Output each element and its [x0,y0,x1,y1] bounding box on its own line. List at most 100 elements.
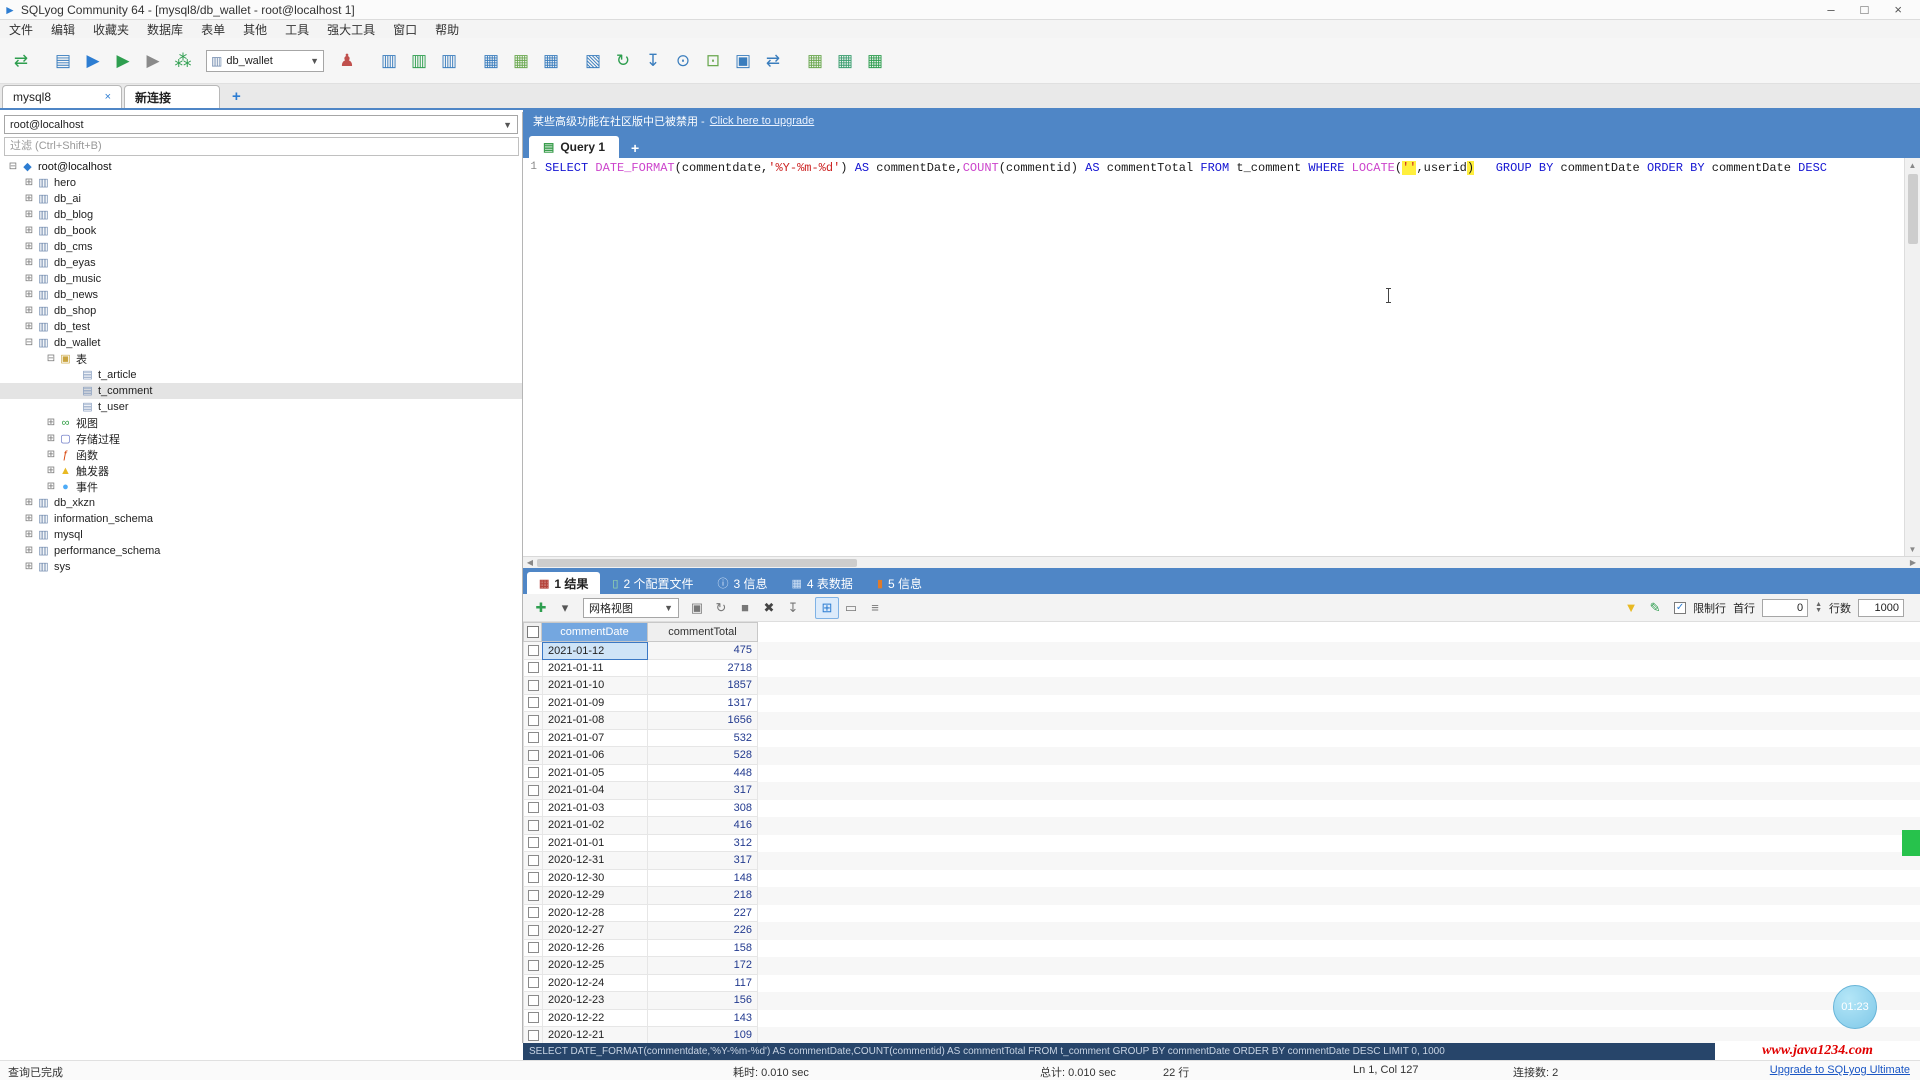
comment-total-cell[interactable]: 448 [648,765,758,783]
table-row[interactable]: 2020-12-22 143 [523,1010,1920,1028]
scroll-left-icon[interactable]: ◀ [523,558,537,567]
tree-item[interactable]: ⊞ ƒ 函数 [0,447,522,463]
expand-toggle-icon[interactable]: ⊟ [6,161,20,172]
table-row[interactable]: 2021-01-01 312 [523,835,1920,853]
expand-toggle-icon[interactable]: ⊞ [22,273,36,284]
tree-item[interactable]: ⊞ ▥ db_shop [0,303,522,319]
row-checkbox[interactable] [523,695,542,713]
comment-date-cell[interactable]: 2021-01-09 [542,695,648,713]
comment-total-cell[interactable]: 1317 [648,695,758,713]
comment-total-cell[interactable]: 1656 [648,712,758,730]
tree-item[interactable]: ⊞ ▥ information_schema [0,511,522,527]
database-selector[interactable]: ▥ db_wallet ▼ [206,50,324,72]
expand-toggle-icon[interactable]: ⊞ [22,193,36,204]
comment-date-cell[interactable]: 2020-12-21 [542,1027,648,1043]
grid-view-icon[interactable]: ⊞ [815,597,839,619]
export-data-icon[interactable]: ↧ [638,46,668,76]
comment-total-cell[interactable]: 308 [648,800,758,818]
row-checkbox[interactable] [523,940,542,958]
expand-toggle-icon[interactable]: ⊞ [44,417,58,428]
menu-item[interactable]: 数据库 [138,20,192,38]
tree-item[interactable]: ⊞ ▥ db_news [0,287,522,303]
select-all-checkbox[interactable] [523,622,542,642]
edit-filter-icon[interactable]: ✎ [1643,597,1667,619]
tree-item[interactable]: ⊞ ▥ db_blog [0,207,522,223]
connection-selector[interactable]: root@localhost ▼ [4,115,518,134]
scroll-down-icon[interactable]: ▼ [1905,542,1920,556]
results-tab[interactable]: ▦ 4 表数据 [780,572,865,594]
results-tab[interactable]: ⓘ 3 信息 [706,572,780,594]
expand-toggle-icon[interactable]: ⊞ [22,545,36,556]
comment-total-cell[interactable]: 172 [648,957,758,975]
export-options-icon[interactable]: ▾ [553,597,577,619]
tree-item[interactable]: ▤ t_comment [0,383,522,399]
refresh-icon[interactable]: ↻ [608,46,638,76]
text-view-icon[interactable]: ≡ [863,597,887,619]
comment-total-cell[interactable]: 528 [648,747,758,765]
connection-tab[interactable]: 新连接 [124,85,220,108]
tree-item[interactable]: ⊟ ◆ root@localhost [0,159,522,175]
expand-toggle-icon[interactable]: ⊞ [22,305,36,316]
copy-row-icon[interactable]: ▣ [685,597,709,619]
table-row[interactable]: 2021-01-05 448 [523,765,1920,783]
expand-toggle-icon[interactable]: ⊞ [22,289,36,300]
comment-date-cell[interactable]: 2020-12-30 [542,870,648,888]
query-tab[interactable]: ▤ Query 1 [529,136,619,158]
comment-total-cell[interactable]: 1857 [648,677,758,695]
menu-item[interactable]: 表单 [192,20,234,38]
expand-toggle-icon[interactable]: ⊞ [22,497,36,508]
menu-item[interactable]: 其他 [234,20,276,38]
comment-date-cell[interactable]: 2020-12-27 [542,922,648,940]
tree-item[interactable]: ⊞ ▲ 触发器 [0,463,522,479]
table-row[interactable]: 2021-01-10 1857 [523,677,1920,695]
table-row[interactable]: 2021-01-09 1317 [523,695,1920,713]
table-row[interactable]: 2021-01-06 528 [523,747,1920,765]
tree-item[interactable]: ⊞ ● 事件 [0,479,522,495]
scroll-up-icon[interactable]: ▲ [1905,158,1920,172]
menu-item[interactable]: 编辑 [42,20,84,38]
table-row[interactable]: 2020-12-31 317 [523,852,1920,870]
tree-item[interactable]: ⊞ ▥ db_ai [0,191,522,207]
comment-total-cell[interactable]: 317 [648,782,758,800]
alter-table-icon[interactable]: ▦ [506,46,536,76]
table-row[interactable]: 2021-01-04 317 [523,782,1920,800]
user-manager-icon[interactable]: ♟ [332,46,362,76]
expand-toggle-icon[interactable]: ⊟ [44,353,58,364]
table-row[interactable]: 2021-01-11 2718 [523,660,1920,678]
new-connection-button[interactable]: + [222,88,251,108]
tree-item[interactable]: ⊟ ▣ 表 [0,351,522,367]
row-checkbox[interactable] [523,782,542,800]
format-sql-icon[interactable]: ⁂ [168,46,198,76]
expand-toggle-icon[interactable]: ⊞ [22,177,36,188]
sql-editor[interactable]: 1 SELECT DATE_FORMAT(commentdate,'%Y-%m-… [523,158,1904,556]
view-mode-selector[interactable]: 网格视图 ▼ [583,598,679,618]
add-row-icon[interactable]: ✚ [529,597,553,619]
close-button[interactable]: × [1894,2,1902,17]
comment-date-cell[interactable]: 2020-12-28 [542,905,648,923]
menu-item[interactable]: 窗口 [384,20,426,38]
comment-date-cell[interactable]: 2021-01-11 [542,660,648,678]
table-row[interactable]: 2020-12-21 109 [523,1027,1920,1043]
upgrade-banner-link[interactable]: Click here to upgrade [710,115,815,127]
scroll-right-icon[interactable]: ▶ [1906,558,1920,567]
table-row[interactable]: 2020-12-23 156 [523,992,1920,1010]
table-row[interactable]: 2020-12-29 218 [523,887,1920,905]
tree-item[interactable]: ⊞ ▥ db_test [0,319,522,335]
comment-total-cell[interactable]: 416 [648,817,758,835]
tree-item[interactable]: ⊞ ▥ sys [0,559,522,575]
row-checkbox[interactable] [523,835,542,853]
manage-index-icon[interactable]: ▦ [536,46,566,76]
comment-date-cell[interactable]: 2021-01-08 [542,712,648,730]
comment-date-cell[interactable]: 2020-12-26 [542,940,648,958]
comment-total-cell[interactable]: 227 [648,905,758,923]
row-checkbox[interactable] [523,800,542,818]
expand-toggle-icon[interactable]: ⊞ [22,529,36,540]
schema-sync-icon[interactable]: ⇄ [758,46,788,76]
expand-toggle-icon[interactable]: ⊟ [22,337,36,348]
row-checkbox[interactable] [523,887,542,905]
table-row[interactable]: 2020-12-28 227 [523,905,1920,923]
connection-tab[interactable]: mysql8 × [2,85,122,108]
editor-vertical-scrollbar[interactable]: ▲ ▼ [1904,158,1920,556]
tree-item[interactable]: ⊞ ∞ 视图 [0,415,522,431]
expand-toggle-icon[interactable]: ⊞ [44,481,58,492]
